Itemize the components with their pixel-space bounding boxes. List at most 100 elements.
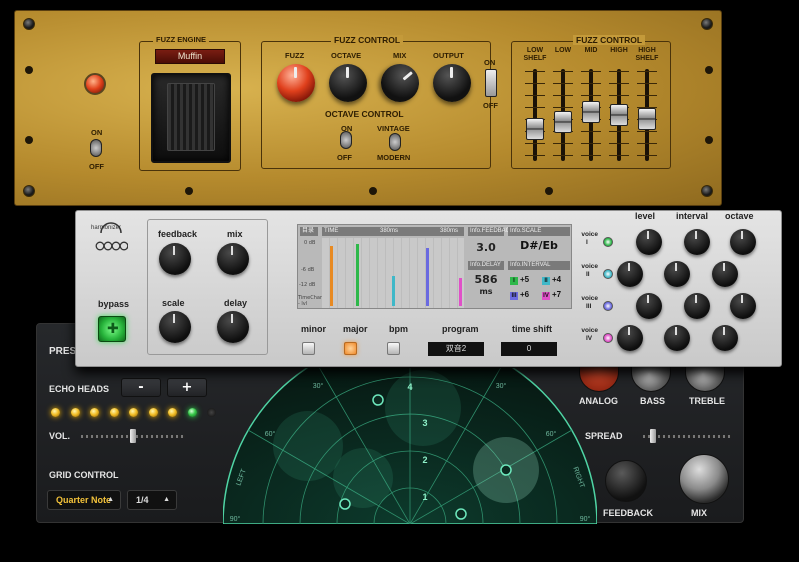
output-knob-label: OUTPUT <box>433 51 464 60</box>
grid-note-select[interactable]: Quarter Note ▲ <box>47 490 121 510</box>
voice-octave-knob[interactable] <box>712 261 738 287</box>
feedback-label: FEEDBACK <box>603 508 654 518</box>
interval-info-label: Info.INTERVAL <box>508 261 570 270</box>
mix-knob[interactable] <box>679 454 729 504</box>
voice-level-knob[interactable] <box>617 261 643 287</box>
treble-label: TREBLE <box>689 396 725 406</box>
octave-knob[interactable] <box>329 64 367 102</box>
grid-division-value: 1/4 <box>136 495 149 505</box>
output-on-off-switch[interactable] <box>485 69 497 97</box>
fuzz-knob[interactable] <box>277 64 315 102</box>
eq-tick <box>553 107 573 108</box>
output-knob[interactable] <box>433 64 471 102</box>
time-label: TIME <box>324 228 339 234</box>
feedback-knob[interactable] <box>159 243 191 275</box>
eq-tick <box>525 95 545 96</box>
voice-label: voice <box>581 327 598 334</box>
echo-heads-minus-button[interactable]: - <box>121 378 161 397</box>
radar-angle-right-30: 30° <box>496 382 507 390</box>
voice-number: IV <box>586 335 593 342</box>
plus-icon: ✚ <box>107 321 119 337</box>
spread-slider-track[interactable] <box>643 435 731 438</box>
voice-level-knob[interactable] <box>636 293 662 319</box>
octave-label: octave <box>725 211 754 221</box>
bypass-button[interactable]: ✚ <box>98 316 126 342</box>
voice-interval-knob[interactable] <box>684 229 710 255</box>
echo-heads-label: ECHO HEADS <box>49 384 110 394</box>
rack-hole <box>185 187 193 195</box>
voice-level-knob[interactable] <box>617 325 643 351</box>
voice-interval-knob[interactable] <box>684 293 710 319</box>
radar-ring-3: 3 <box>422 418 427 428</box>
eq-band-label: LOW <box>554 47 572 54</box>
eq-band-label: LOW SHELF <box>523 47 547 62</box>
bass-knob[interactable] <box>631 364 671 392</box>
eq-tick <box>525 143 545 144</box>
interval-number: +5 <box>520 275 530 284</box>
echo-heads-plus-button[interactable]: + <box>167 378 207 397</box>
screen-mini-label: 目录 <box>300 227 318 236</box>
echo-head-led <box>168 408 177 417</box>
minor-label: minor <box>301 324 327 334</box>
voice-tag: IV <box>542 292 550 300</box>
eq-fader-handle[interactable] <box>526 118 544 140</box>
eq-tick <box>581 83 601 84</box>
interval-value: I +5 <box>510 275 529 285</box>
eq-fader-handle[interactable] <box>638 107 656 130</box>
voice-octave-knob[interactable] <box>730 229 756 255</box>
program-value[interactable]: 双音2 <box>428 342 484 356</box>
eq-tick <box>609 143 629 144</box>
voice-indicator[interactable] <box>603 269 613 279</box>
scale-info-value: D#/Eb <box>520 239 558 252</box>
vol-label: VOL. <box>49 431 71 441</box>
eq-tick <box>637 143 657 144</box>
major-button[interactable] <box>344 342 357 355</box>
radar-angle-left-90: 90° <box>230 515 241 523</box>
eq-fader-handle[interactable] <box>582 100 600 123</box>
interval-value: II +4 <box>542 275 561 285</box>
echo-radar-display[interactable]: 4 3 2 1 60° 30° 30° 60° 90° 90° LEFT RIG… <box>223 368 597 524</box>
fuzz-engine-select[interactable]: Muffin <box>155 49 225 64</box>
spread-slider-thumb[interactable] <box>650 429 657 443</box>
chevron-up-icon: ▲ <box>107 496 114 503</box>
power-on-label: ON <box>91 128 103 137</box>
interval-value: III +6 <box>510 290 529 300</box>
voice-octave-knob[interactable] <box>712 325 738 351</box>
bpm-button[interactable] <box>387 342 400 355</box>
eq-fader-handle[interactable] <box>554 111 572 133</box>
voice-interval-knob[interactable] <box>664 325 690 351</box>
eq-tick <box>637 155 657 156</box>
time-shift-value[interactable]: 0 <box>501 342 557 356</box>
scale-info-label: Info.SCALE <box>508 227 570 236</box>
chart-bar <box>426 248 429 306</box>
screw <box>23 185 35 197</box>
voice-level-knob[interactable] <box>636 229 662 255</box>
voice-indicator[interactable] <box>603 333 613 343</box>
voice-octave-knob[interactable] <box>730 293 756 319</box>
eq-tick <box>609 83 629 84</box>
treble-knob[interactable] <box>685 364 725 392</box>
delay-knob[interactable] <box>217 311 249 343</box>
voice-interval-knob[interactable] <box>664 261 690 287</box>
eq-tick <box>637 95 657 96</box>
scale-knob[interactable] <box>159 311 191 343</box>
eq-band-label: MID <box>584 47 598 54</box>
time-shift-label: time shift <box>512 324 553 334</box>
power-toggle[interactable] <box>90 139 102 157</box>
voice-indicator[interactable] <box>603 237 613 247</box>
octave-on-off-toggle[interactable] <box>340 131 352 149</box>
mix-knob[interactable] <box>217 243 249 275</box>
voice-indicator[interactable] <box>603 301 613 311</box>
eq-tick <box>553 143 573 144</box>
echo-head-led <box>109 408 119 417</box>
eq-tick <box>525 71 545 72</box>
feedback-knob[interactable] <box>605 460 647 502</box>
eq-fader-handle[interactable] <box>610 104 628 126</box>
mix-label: mix <box>227 229 243 239</box>
eq-band-label: HIGH <box>610 47 628 54</box>
vol-slider-thumb[interactable] <box>130 429 136 443</box>
grid-division-select[interactable]: 1/4 ▲ <box>127 490 177 510</box>
minor-button[interactable] <box>302 342 315 355</box>
vintage-modern-toggle[interactable] <box>389 133 401 151</box>
echo-head-led <box>90 408 99 417</box>
